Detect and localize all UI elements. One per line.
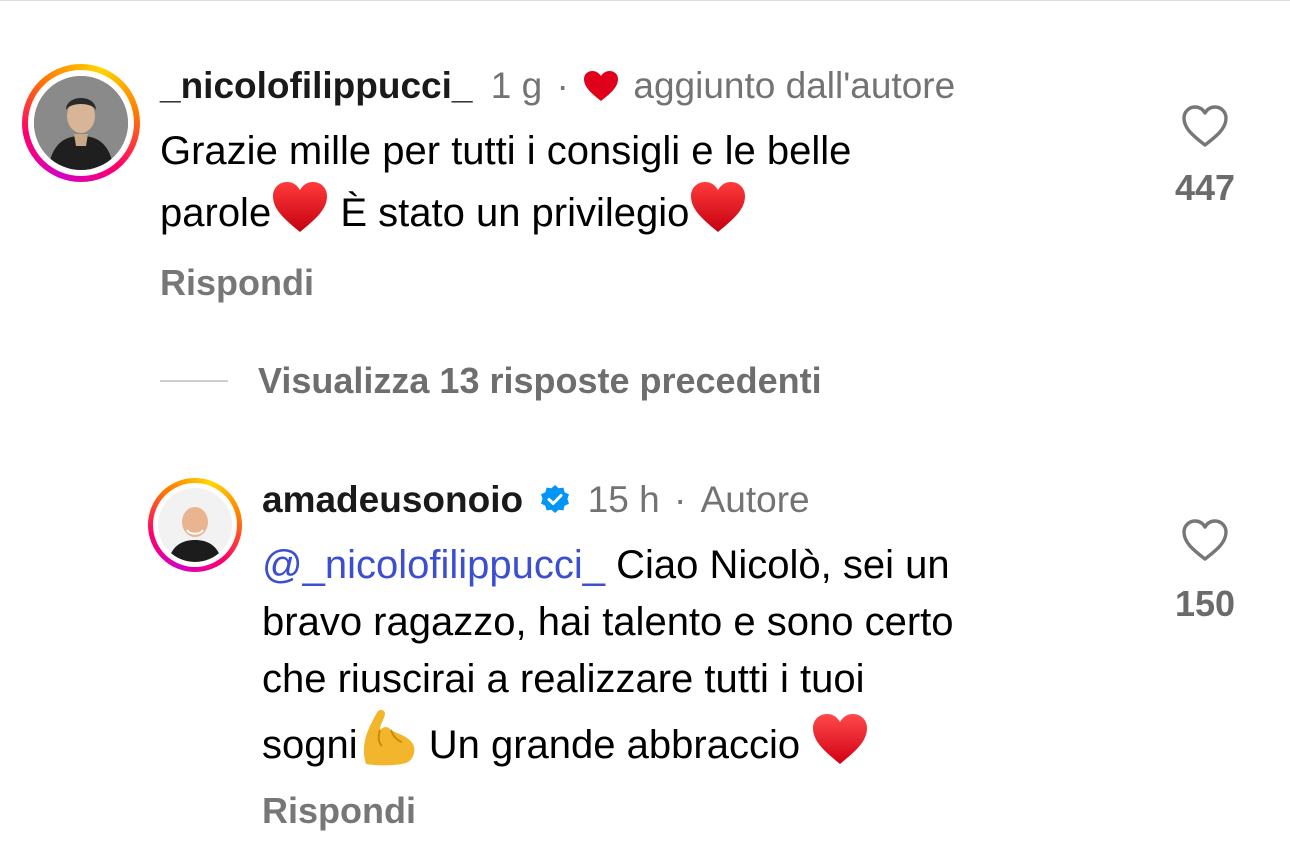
replies-divider [160,380,228,382]
red-heart-emoji-icon [811,712,869,782]
like-button[interactable]: 447 [1160,104,1250,209]
flexed-biceps-emoji-icon [358,708,418,782]
comment-username[interactable]: _nicolofilippucci_ [160,65,473,106]
red-heart-emoji-icon [271,180,329,250]
view-replies-label[interactable]: Visualizza 13 risposte precedenti [258,356,822,406]
comment-text-line: che riuscirai a realizzare tutti i tuoi [262,657,865,701]
top-divider [0,0,1290,1]
avatar[interactable] [148,478,242,572]
comment-username[interactable]: amadeusonoio [262,479,523,520]
author-liked-label: aggiunto dall'autore [633,65,956,106]
comment-text-fragment: È stato un privilegio [329,191,690,235]
comment-text-line: bravo ragazzo, hai talento e sono certo [262,600,954,644]
comment: amadeusonoio 15 h · Autore @_nicolofilip… [262,478,1142,782]
comment-time: 15 h [587,479,660,520]
heart-outline-icon [1181,105,1229,152]
profile-photo-young-man-icon [34,76,128,170]
comment-text-fragment: parole [160,191,272,235]
avatar[interactable] [22,64,140,182]
comment: _nicolofilippucci_ 1 g · aggiunto dall'a… [160,64,1120,250]
comment-text-line: Grazie mille per tutti i consigli e le b… [160,129,852,173]
mention-link[interactable]: @_nicolofilippucci_ [262,543,605,587]
comment-time: 1 g [490,65,543,106]
profile-photo-bald-man-icon [158,488,232,562]
heart-outline-icon [1181,519,1229,566]
comment-text-fragment: Un grande abbraccio [417,723,812,767]
like-count: 447 [1174,167,1236,208]
reply-button[interactable]: Rispondi [262,790,416,832]
red-heart-emoji-icon [689,180,747,250]
meta-separator: · [556,65,569,106]
meta-separator: · [673,479,687,520]
heart-icon [583,68,619,112]
like-button[interactable]: 150 [1160,518,1250,625]
verified-badge-icon [539,482,571,526]
author-label: Autore [700,479,810,520]
like-count: 150 [1174,583,1236,624]
comment-text-fragment: Ciao Nicolò, sei un [605,543,950,587]
comment-text-fragment: sogni [262,723,358,767]
reply-button[interactable]: Rispondi [160,262,314,304]
